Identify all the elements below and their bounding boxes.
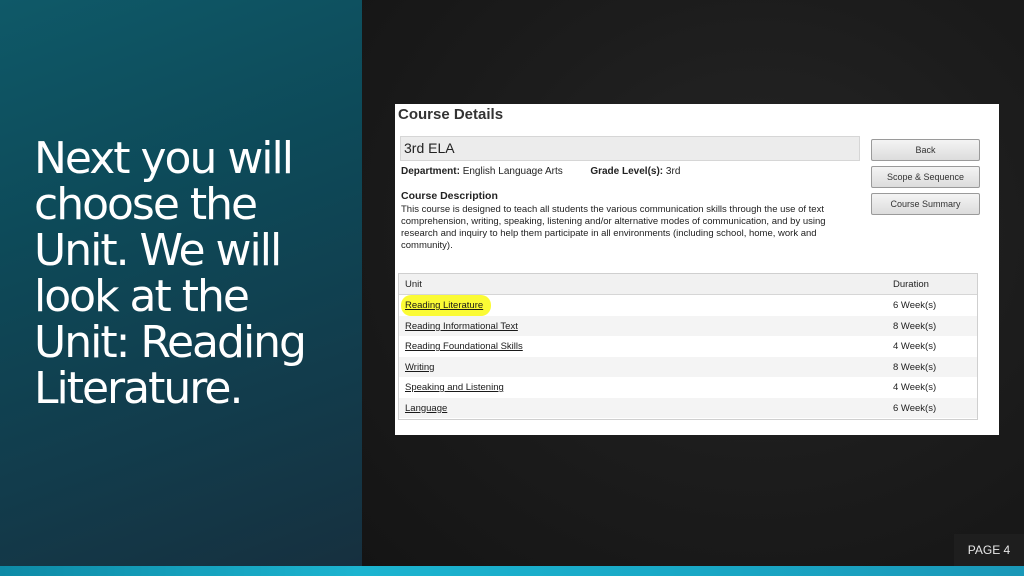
course-summary-button[interactable]: Course Summary [871, 193, 980, 215]
unit-duration: 4 Week(s) [893, 382, 937, 393]
department-value: English Language Arts [462, 166, 563, 177]
department-label: Department: [401, 166, 460, 177]
table-row: Language 6 Week(s) [399, 397, 977, 418]
table-row: Reading Informational Text 8 Week(s) [399, 315, 977, 336]
unit-link-reading-literature[interactable]: Reading Literature [405, 300, 483, 311]
course-meta: Department: English Language Arts Grade … [401, 166, 680, 177]
table-row: Writing 8 Week(s) [399, 356, 977, 377]
unit-link-language[interactable]: Language [405, 403, 447, 414]
course-name-bar: 3rd ELA [400, 136, 860, 161]
page-number: PAGE 4 [954, 534, 1024, 566]
unit-duration: 6 Week(s) [893, 402, 937, 414]
accent-bar [0, 566, 1024, 576]
unit-duration: 8 Week(s) [893, 320, 937, 332]
description-heading: Course Description [401, 190, 498, 202]
unit-table: Unit Duration Reading Literature 6 Week(… [398, 273, 978, 420]
grade-value: 3rd [665, 166, 681, 177]
course-details-title: Course Details [398, 106, 504, 123]
table-header: Unit Duration [399, 274, 977, 295]
course-name: 3rd ELA [404, 140, 455, 156]
unit-link-speaking-and-listening[interactable]: Speaking and Listening [405, 382, 504, 393]
title-panel: Next you will choose the Unit. We will l… [0, 0, 362, 566]
table-row: Reading Foundational Skills 4 Week(s) [399, 336, 977, 357]
unit-duration: 6 Week(s) [893, 300, 937, 311]
table-row: Speaking and Listening 4 Week(s) [399, 377, 977, 398]
unit-column-header: Unit [405, 279, 422, 290]
back-button[interactable]: Back [871, 139, 980, 161]
unit-duration: 8 Week(s) [893, 361, 937, 373]
table-row: Reading Literature 6 Week(s) [399, 295, 977, 316]
description-text: This course is designed to teach all stu… [401, 204, 826, 251]
grade-label: Grade Level(s): [590, 166, 664, 177]
course-details-screenshot: Course Details 3rd ELA Department: Engli… [395, 104, 999, 435]
slide-heading: Next you will choose the Unit. We will l… [34, 133, 307, 414]
unit-duration: 4 Week(s) [893, 341, 937, 352]
unit-link-reading-informational-text[interactable]: Reading Informational Text [405, 321, 518, 332]
unit-link-writing[interactable]: Writing [405, 362, 434, 373]
unit-link-reading-foundational-skills[interactable]: Reading Foundational Skills [405, 341, 523, 352]
scope-sequence-button[interactable]: Scope & Sequence [871, 166, 980, 188]
duration-column-header: Duration [893, 279, 929, 290]
